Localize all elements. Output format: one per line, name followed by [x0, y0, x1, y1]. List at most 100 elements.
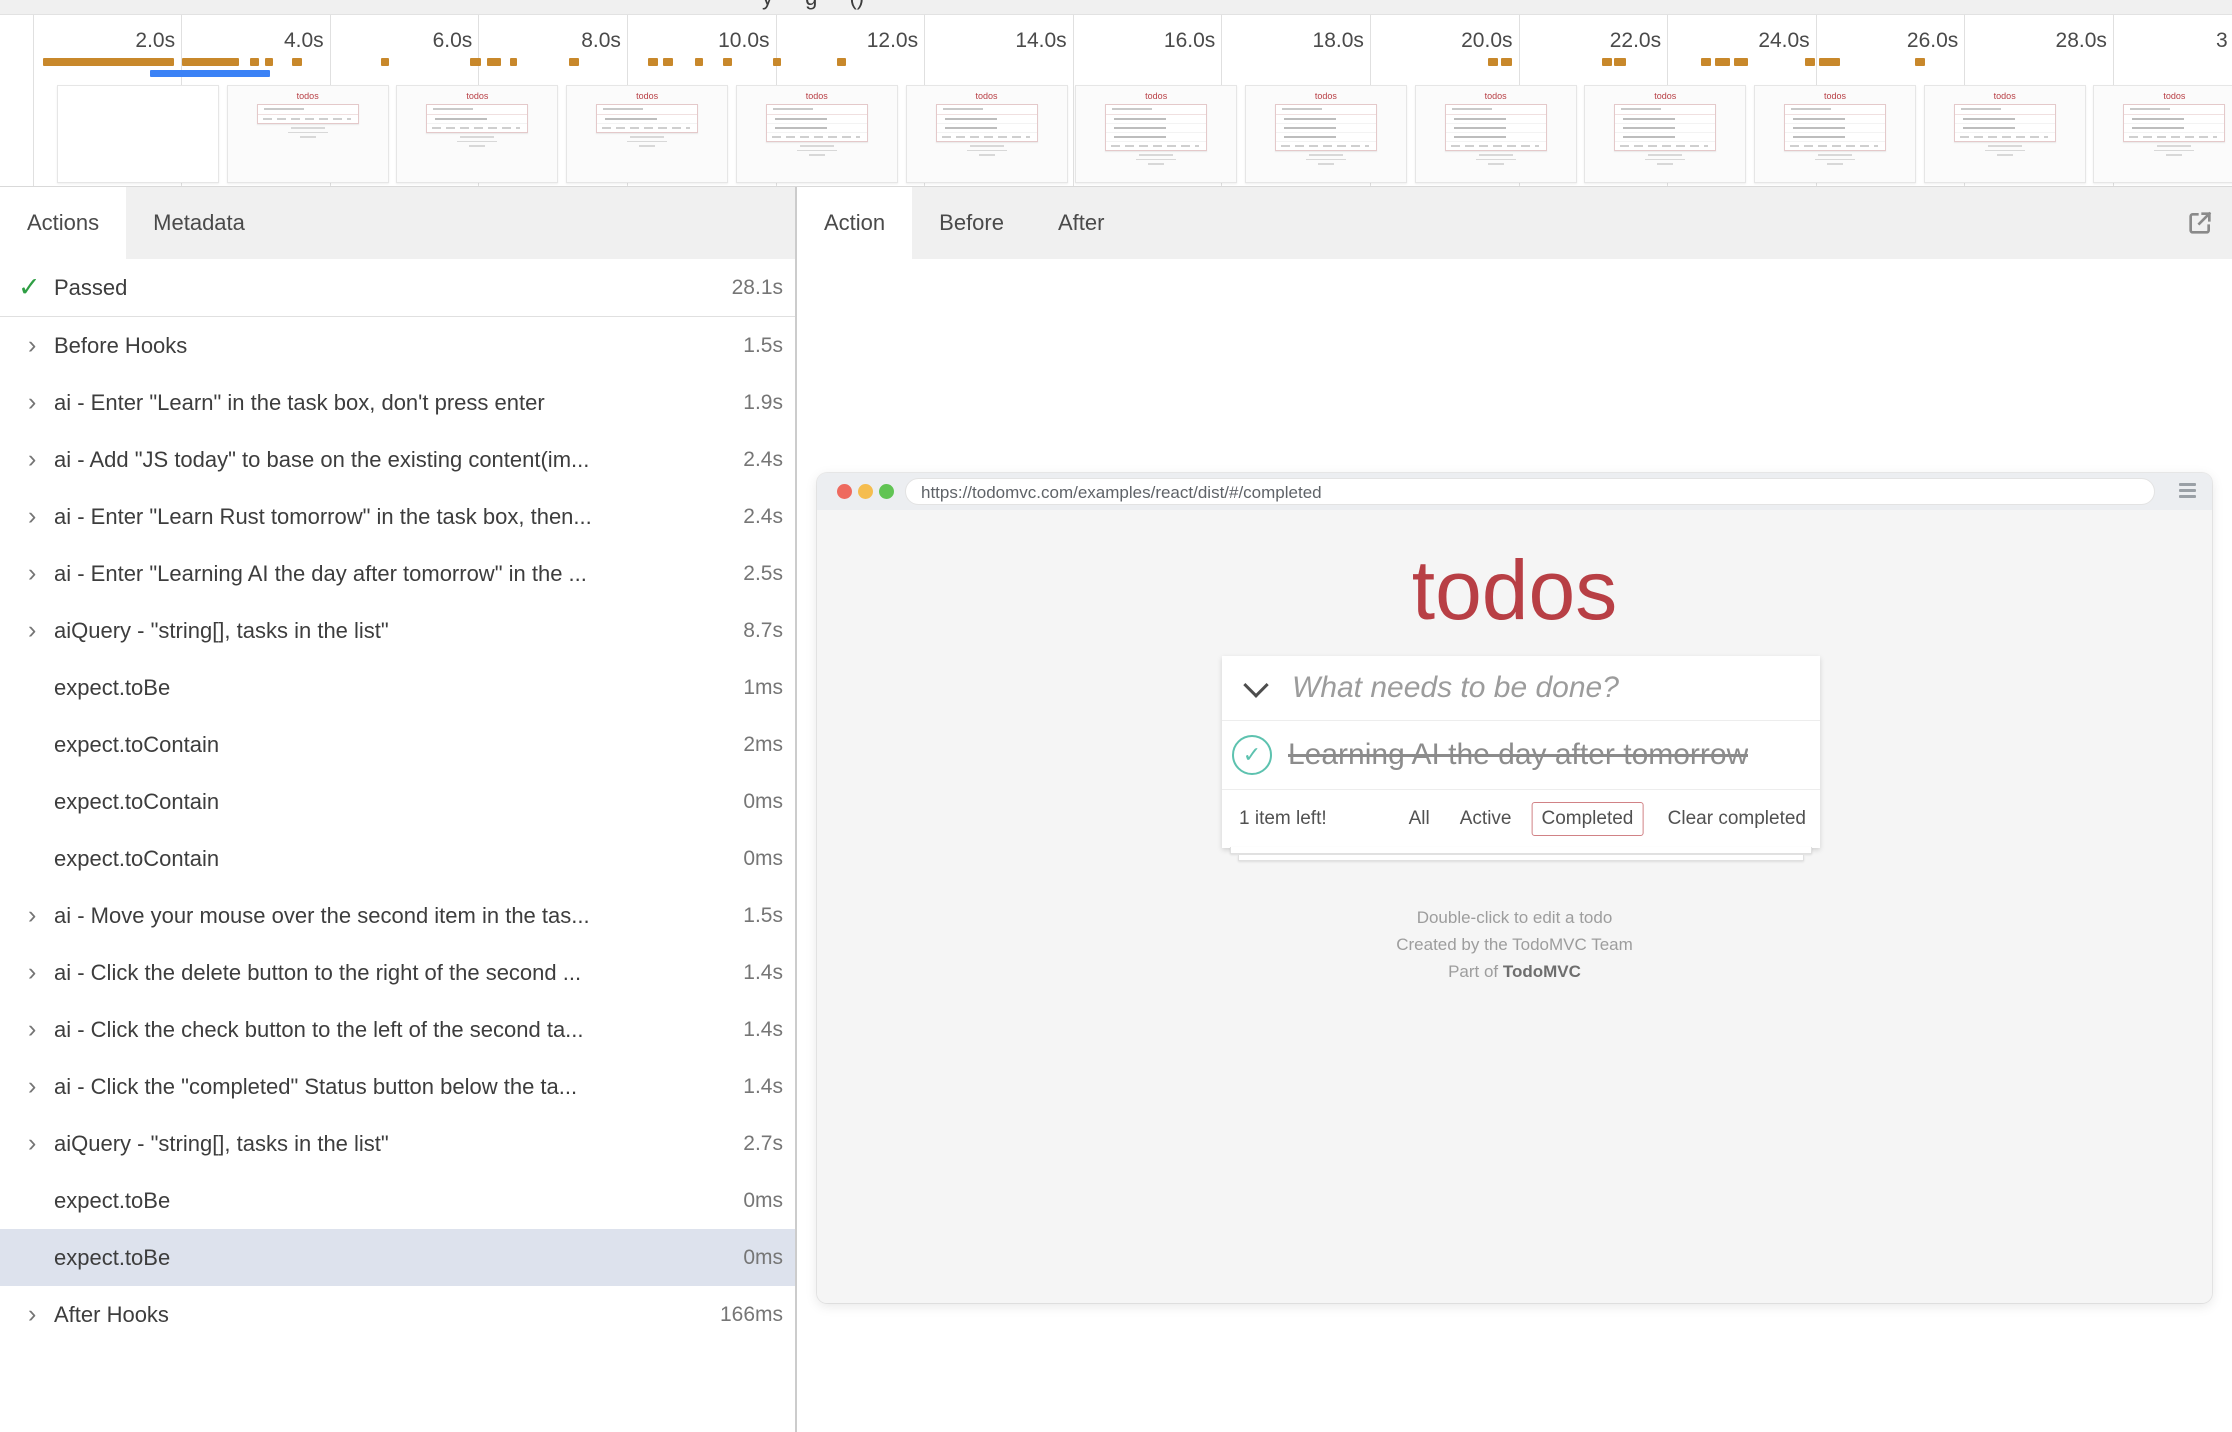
action-label: ai - Enter "Learn" in the task box, don'… [54, 390, 735, 416]
clear-completed-button[interactable]: Clear completed [1668, 808, 1806, 830]
chevron-right-icon[interactable]: › [16, 618, 54, 643]
test-status-label: Passed [54, 275, 724, 301]
action-row[interactable]: ›aiQuery - "string[], tasks in the list"… [0, 1115, 795, 1172]
action-row[interactable]: ›Before Hooks1.5s [0, 317, 795, 374]
actions-panel: ActionsMetadata ✓ Passed 28.1s ›Before H… [0, 187, 795, 1432]
film-strip-thumbnail[interactable]: todos [736, 85, 898, 183]
new-todo-placeholder[interactable]: What needs to be done? [1292, 671, 1619, 705]
filter-completed[interactable]: Completed [1531, 802, 1643, 836]
action-label: ai - Click the check button to the left … [54, 1017, 735, 1043]
action-row[interactable]: expect.toBe1ms [0, 659, 795, 716]
chevron-right-icon[interactable]: › [16, 333, 54, 358]
tab-actions[interactable]: Actions [0, 187, 126, 259]
action-row[interactable]: ›ai - Move your mouse over the second it… [0, 887, 795, 944]
film-strip-thumbnail[interactable]: todos [1245, 85, 1407, 183]
action-duration: 8.7s [735, 619, 795, 643]
action-label: ai - Click the delete button to the righ… [54, 960, 735, 986]
action-row[interactable]: expect.toBe0ms [0, 1229, 795, 1286]
open-external-icon[interactable] [2184, 207, 2216, 239]
chevron-right-icon[interactable]: › [16, 1302, 54, 1327]
film-strip-thumbnail[interactable]: todos [1415, 85, 1577, 183]
timeline-tick-label: 12.0s [836, 29, 918, 53]
action-duration: 2.7s [735, 1132, 795, 1156]
timeline-activity-mark [1701, 58, 1711, 66]
thumbnail-todos-title: todos [1416, 91, 1576, 101]
film-strip-thumbnail[interactable]: todos [566, 85, 728, 183]
chevron-right-icon[interactable]: › [16, 1017, 54, 1042]
action-row[interactable]: expect.toBe0ms [0, 1172, 795, 1229]
timeline-tick-label: 18.0s [1282, 29, 1364, 53]
timeline-activity-mark [1734, 58, 1748, 66]
traffic-light-close-icon [837, 484, 852, 499]
film-strip-thumbnail[interactable]: todos [396, 85, 558, 183]
browser-chrome: https://todomvc.com/examples/react/dist/… [817, 473, 2212, 510]
film-strip-thumbnail[interactable]: todos [1584, 85, 1746, 183]
chevron-right-icon[interactable]: › [16, 561, 54, 586]
action-duration: 1.4s [735, 1075, 795, 1099]
action-label: After Hooks [54, 1302, 712, 1328]
film-strip-thumbnail[interactable]: todos [1754, 85, 1916, 183]
tab-before[interactable]: Before [912, 187, 1031, 259]
action-row[interactable]: ›After Hooks166ms [0, 1286, 795, 1343]
url-bar[interactable]: https://todomvc.com/examples/react/dist/… [905, 478, 2155, 505]
footer-partof-brand[interactable]: TodoMVC [1503, 962, 1581, 981]
chevron-right-icon[interactable]: › [16, 903, 54, 928]
thumbnail-todos-title: todos [1755, 91, 1915, 101]
action-row[interactable]: ›ai - Click the "completed" Status butto… [0, 1058, 795, 1115]
chevron-right-icon[interactable]: › [16, 390, 54, 415]
browser-snapshot: https://todomvc.com/examples/react/dist/… [817, 473, 2212, 1303]
film-strip-thumbnail[interactable]: todos [2093, 85, 2232, 183]
timeline-activity-mark [1805, 58, 1815, 66]
action-duration: 1.4s [735, 961, 795, 985]
action-row[interactable]: ›ai - Add "JS today" to base on the exis… [0, 431, 795, 488]
chevron-right-icon[interactable]: › [16, 960, 54, 985]
action-duration: 2ms [735, 733, 795, 757]
timeline[interactable]: 3 2.0s4.0s6.0s8.0s10.0s12.0s14.0s16.0s18… [0, 15, 2232, 187]
film-strip-thumbnail[interactable]: todos [906, 85, 1068, 183]
timeline-activity-mark [487, 58, 501, 66]
thumbnail-todos-title: todos [1076, 91, 1236, 101]
action-row[interactable]: ›ai - Enter "Learning AI the day after t… [0, 545, 795, 602]
thumbnail-todos-title: todos [907, 91, 1067, 101]
action-row[interactable]: ›ai - Enter "Learn" in the task box, don… [0, 374, 795, 431]
chevron-right-icon[interactable]: › [16, 447, 54, 472]
filter-all[interactable]: All [1399, 802, 1440, 836]
footer-partof-prefix: Part of [1448, 962, 1503, 981]
action-row[interactable]: ›aiQuery - "string[], tasks in the list"… [0, 602, 795, 659]
chevron-right-icon[interactable]: › [16, 504, 54, 529]
footer-credit: Created by the TodoMVC Team [817, 931, 2212, 958]
timeline-activity-mark [1602, 58, 1612, 66]
timeline-activity-mark [1614, 58, 1626, 66]
timeline-tick-label: 28.0s [2025, 29, 2107, 53]
film-strip-thumbnail[interactable]: todos [1075, 85, 1237, 183]
film-strip-thumbnail[interactable] [57, 85, 219, 183]
timeline-activity-mark [1488, 58, 1498, 66]
timeline-activity-mark [510, 58, 517, 66]
action-list: ✓ Passed 28.1s ›Before Hooks1.5s›ai - En… [0, 259, 795, 1432]
chevron-right-icon[interactable]: › [16, 1074, 54, 1099]
test-status-row[interactable]: ✓ Passed 28.1s [0, 259, 795, 317]
action-row[interactable]: expect.toContain2ms [0, 716, 795, 773]
film-strip-thumbnail[interactable]: todos [227, 85, 389, 183]
toggle-all-chevron-icon[interactable] [1243, 672, 1268, 697]
tab-after[interactable]: After [1031, 187, 1131, 259]
timeline-tick-label: 16.0s [1133, 29, 1215, 53]
action-row[interactable]: ›ai - Click the delete button to the rig… [0, 944, 795, 1001]
todo-checked-icon[interactable]: ✓ [1232, 735, 1272, 775]
action-row[interactable]: ›ai - Enter "Learn Rust tomorrow" in the… [0, 488, 795, 545]
menu-icon [2179, 483, 2196, 501]
action-label: expect.toContain [54, 789, 735, 815]
action-duration: 1.4s [735, 1018, 795, 1042]
timeline-activity-mark [265, 58, 273, 66]
timeline-activity-mark [663, 58, 673, 66]
tab-action[interactable]: Action [797, 187, 912, 259]
action-label: aiQuery - "string[], tasks in the list" [54, 618, 735, 644]
timeline-activity-mark [695, 58, 703, 66]
action-row[interactable]: expect.toContain0ms [0, 773, 795, 830]
film-strip-thumbnail[interactable]: todos [1924, 85, 2086, 183]
filter-active[interactable]: Active [1450, 802, 1522, 836]
chevron-right-icon[interactable]: › [16, 1131, 54, 1156]
tab-metadata[interactable]: Metadata [126, 187, 272, 259]
action-row[interactable]: expect.toContain0ms [0, 830, 795, 887]
action-row[interactable]: ›ai - Click the check button to the left… [0, 1001, 795, 1058]
